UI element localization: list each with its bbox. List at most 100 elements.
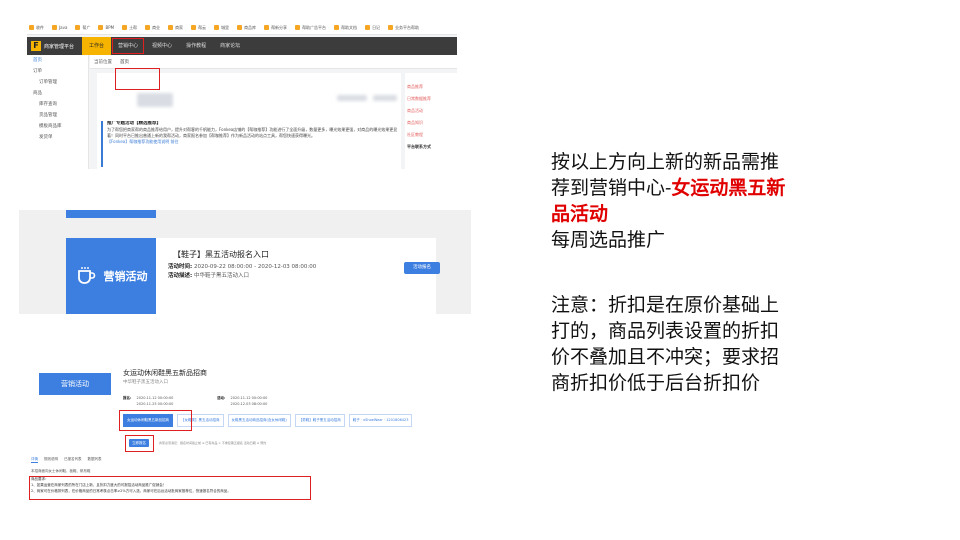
blurred-avatar	[137, 93, 173, 107]
sidebar-item-template-library[interactable]: 模板商品库	[27, 121, 88, 132]
bookmark-icon	[365, 25, 371, 30]
note-line: 注意：折扣是在原价基础上	[551, 294, 780, 316]
bookmark[interactable]: 帮助文档	[334, 25, 357, 31]
sidebar-item-shipping[interactable]: 发货单	[27, 132, 88, 143]
highlight-box-requirements	[29, 476, 311, 500]
sidebar-item-products[interactable]: 商品	[27, 88, 88, 99]
note-line: 价不叠加且不冲突；要求招	[551, 346, 780, 368]
activity-link[interactable]: 鞋子 · xShoeWear · 1201806423	[348, 414, 413, 427]
breadcrumb-label: 当前位置	[94, 59, 112, 65]
bookmark[interactable]: 业务平台帮助	[388, 25, 419, 31]
bookmark-label: 商品库	[244, 24, 257, 30]
sidebar-item-inventory[interactable]: 库存查询	[27, 99, 88, 110]
tab-forum[interactable]: 商家论坛	[213, 37, 247, 55]
tab-video-center[interactable]: 视频中心	[145, 37, 179, 55]
sidebar-item-home[interactable]: 首页	[27, 55, 88, 66]
app-name: 商家管理平台	[44, 43, 75, 50]
instruction-highlight: 品活动	[551, 203, 609, 225]
activity-time-value: 2020-09-22 08:00:00 - 2020-12-03 08:00:0…	[193, 264, 317, 270]
activity-subtitle: 中华鞋子黑五活动入口	[123, 380, 168, 385]
right-link[interactable]: 日常数据推荐	[407, 93, 455, 105]
bookmark-label: 土帮	[129, 24, 138, 30]
tab-tutorials[interactable]: 操作教程	[179, 37, 213, 55]
note-line: 商折扣价低于后台折扣价	[551, 372, 761, 394]
tab-data-list[interactable]: 数据列表	[88, 457, 102, 463]
highlight-box-breadcrumb	[115, 68, 160, 90]
screenshot-merchant-home: 收件 Java 帮广 BPM 土帮 商业 商家 帮云 城里 商品库 帮新分享 帮…	[27, 21, 457, 169]
bookmark-icon	[388, 25, 394, 30]
bookmark[interactable]: 帮广	[75, 25, 90, 31]
notice-body: 为了帮您把商家帮的商品推荐给用户，提升对帮客的千帆能力，Fonkea店铺的【帮咖…	[107, 127, 398, 138]
activity-scope: 本招商面向女士休闲鞋、板鞋、帆布鞋	[31, 469, 91, 473]
right-column: 商品推荐 日常数据推荐 商品活动 商品知识 社区教程 平台联系方式	[405, 73, 457, 169]
tab-details[interactable]: 详情	[31, 457, 38, 463]
bookmark-icon	[75, 25, 81, 30]
activity-desc-label: 活动描述:	[168, 273, 193, 279]
signup-period-label: 报名:	[123, 396, 132, 400]
bookmark-label: 业务平台帮助	[395, 24, 420, 30]
right-link[interactable]: 商品活动	[407, 105, 455, 117]
bookmark[interactable]: 帮云	[191, 25, 206, 31]
breadcrumb: 当前位置 首页	[90, 55, 457, 69]
bookmark-icon	[237, 25, 243, 30]
bookmark[interactable]: BPM	[98, 25, 114, 30]
bookmark[interactable]: 城里	[214, 25, 229, 31]
bookmark[interactable]: 帮新分享	[264, 25, 287, 31]
note-text: 注意：折扣是在原价基础上 打的，商品列表设置的折扣 价不叠加且不冲突；要求招 商…	[551, 292, 779, 396]
sidebar-item-orders[interactable]: 订单	[27, 66, 88, 77]
bookmark[interactable]: 商品库	[237, 25, 256, 31]
activity-period: 活动: 2020.11.12 00:00:00 2020.12.03 08:00…	[217, 395, 267, 407]
bookmark-icon	[122, 25, 128, 30]
bookmark-icon	[264, 25, 270, 30]
instruction-line: 荐到营销中心-女运动黑五新	[551, 175, 785, 201]
activity-desc-value: 中华鞋子黑五活动入口	[193, 273, 249, 279]
right-link[interactable]: 商品知识	[407, 117, 455, 129]
tab-workbench[interactable]: 工作台	[82, 37, 112, 55]
instruction-line: 按以上方向上新的新品需推	[551, 151, 780, 173]
instruction-highlight: 女运动黑五新	[671, 177, 786, 199]
bookmark-label: 帮云	[198, 24, 207, 30]
bookmark[interactable]: 日记	[365, 25, 380, 31]
bookmark-label: 商家	[175, 24, 184, 30]
notice-link[interactable]: 【Fonkea】帮咖推荐功能使用说明 前往	[107, 139, 401, 145]
instruction-plain: 荐到营销中心-	[551, 177, 672, 199]
highlight-box-signup-button	[125, 435, 154, 452]
bookmark-icon	[334, 25, 340, 30]
activity-period-label: 活动:	[217, 396, 226, 400]
activity-title: 【鞋子】黑五活动报名入口	[173, 250, 269, 259]
signup-button[interactable]: 活动报名	[404, 262, 440, 274]
bookmark[interactable]: 帮助广告平台	[295, 25, 326, 31]
right-link[interactable]: 社区教程	[407, 129, 455, 141]
bookmark-label: 帮助文档	[341, 24, 358, 30]
bookmark-label: BPM	[105, 25, 115, 30]
tab-marketing-center[interactable]: 营销中心	[111, 37, 145, 55]
sidebar-item-goods[interactable]: 货品管理	[27, 110, 88, 121]
activity-end: 2020.12.03 08:00:00	[230, 402, 268, 406]
bookmark-label: 收件	[36, 24, 44, 30]
bookmark-icon	[29, 25, 34, 30]
bookmark-icon	[168, 25, 174, 30]
tab-rules[interactable]: 规则说明	[44, 457, 58, 463]
tab-signed-up-list[interactable]: 已报名列表	[64, 457, 82, 463]
bookmark[interactable]: Java	[52, 25, 67, 30]
activity-link[interactable]: 【男鞋】鞋子黑五活动招商	[294, 414, 345, 427]
bookmark-icon	[295, 25, 301, 30]
sidebar: 首页 订单 订单管理 商品 库存查询 货品管理 模板商品库 发货单	[27, 55, 89, 169]
bookmarks-bar: 收件 Java 帮广 BPM 土帮 商业 商家 帮云 城里 商品库 帮新分享 帮…	[27, 21, 457, 35]
activity-info-card: 【鞋子】黑五活动报名入口 活动时间: 2020-09-22 08:00:00 -…	[156, 238, 436, 314]
instruction-line: 每周选品推广	[551, 229, 666, 251]
blurred-text	[337, 95, 367, 101]
detail-tabs: 详情 规则说明 已报名列表 数据列表	[31, 457, 102, 463]
sidebar-item-order-management[interactable]: 订单管理	[27, 77, 88, 88]
activity-time: 活动时间: 2020-09-22 08:00:00 - 2020-12-03 0…	[168, 262, 316, 270]
bookmark[interactable]: 土帮	[122, 25, 137, 31]
blurred-text	[373, 95, 397, 101]
activity-link[interactable]: 女鞋黑五活动商品招商(含女休闲鞋)	[227, 414, 291, 427]
bookmark-icon	[214, 25, 220, 30]
bookmark[interactable]: 商业	[145, 25, 160, 31]
breadcrumb-home[interactable]: 首页	[116, 59, 133, 65]
bookmark[interactable]: 商家	[168, 25, 183, 31]
cup-icon	[77, 267, 95, 284]
bookmark[interactable]: 收件	[29, 25, 44, 31]
right-link[interactable]: 商品推荐	[407, 81, 455, 93]
